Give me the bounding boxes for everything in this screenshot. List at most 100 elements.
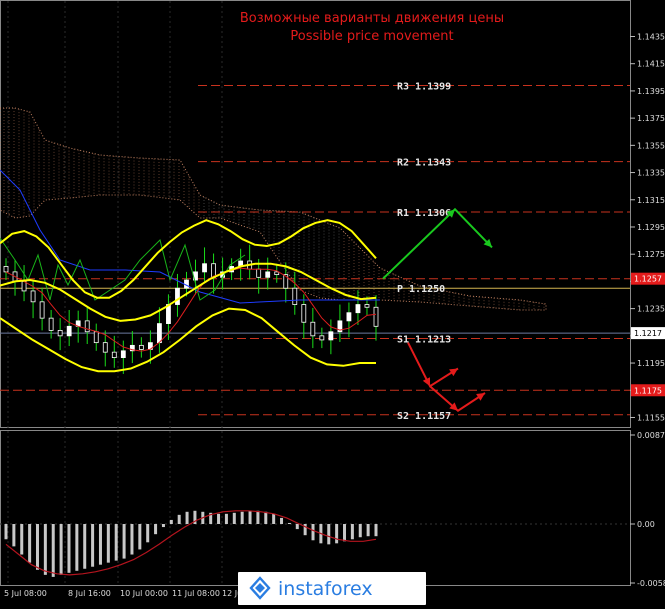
chart-subtitle: Possible price movement — [290, 29, 453, 44]
time-tick-label: 5 Jul 08:00 — [4, 589, 47, 598]
price-tick-label: 1.1235 — [637, 305, 665, 314]
candle-body — [120, 350, 126, 359]
macd-bar — [177, 514, 181, 525]
price-tick-label: 1.1275 — [637, 250, 665, 259]
macd-bar — [217, 513, 221, 525]
candle-body — [265, 271, 271, 278]
macd-bar — [327, 524, 331, 545]
candle-body — [57, 329, 63, 337]
candle-body — [48, 317, 54, 331]
time-tick-label: 10 Jul 00:00 — [120, 589, 168, 598]
candle-body — [111, 351, 117, 359]
candle-body — [138, 344, 144, 350]
candle-body — [319, 335, 325, 341]
macd-bar — [122, 524, 126, 559]
pivot-level-label-p: P 1.1250 — [397, 284, 445, 295]
macd-bar — [240, 511, 244, 525]
macd-bar — [335, 524, 339, 544]
macd-bar — [146, 524, 150, 543]
macd-bar — [224, 513, 228, 525]
price-tag-label: 1.1175 — [634, 386, 662, 395]
price-tick-label: 1.1395 — [637, 87, 665, 96]
pivot-level-label-s1: S1 1.1213 — [397, 335, 451, 346]
candle-body — [175, 287, 180, 305]
candle-body — [21, 281, 27, 292]
macd-bar — [20, 524, 24, 555]
macd-bar — [232, 512, 236, 525]
candle-body — [93, 331, 99, 344]
macd-bar — [59, 524, 63, 575]
time-tick-label: 11 Jul 08:00 — [172, 589, 220, 598]
candle-body — [328, 331, 334, 341]
price-tick-label: 1.1195 — [637, 359, 665, 368]
candle-body — [202, 263, 207, 273]
price-tick-label: 1.1355 — [637, 141, 665, 150]
macd-bar — [295, 524, 299, 530]
macd-bar — [256, 510, 260, 525]
candle-body — [157, 323, 162, 344]
macd-bar — [12, 524, 16, 547]
macd-bar — [161, 524, 165, 528]
time-tick-label: 8 Jul 16:00 — [68, 589, 111, 598]
macd-tick-label: -0.0058 — [637, 579, 665, 588]
price-tick-label: 1.1435 — [637, 32, 665, 41]
price-tick-label: 1.1315 — [637, 196, 665, 205]
watermark-brand: instaforex — [278, 578, 373, 600]
macd-bar — [248, 510, 252, 525]
candle-body — [66, 325, 72, 337]
macd-bar — [75, 524, 79, 571]
candle-body — [256, 268, 262, 278]
price-tick-label: 1.1155 — [637, 413, 665, 422]
candle-body — [30, 290, 36, 303]
candle-body — [292, 287, 298, 305]
chart-root: R3 1.1399 R2 1.1343 R1 1.1306 P 1.1250 S1 1.… — [0, 0, 665, 605]
price-tick-label: 1.1375 — [637, 114, 665, 123]
price-tick-label: 1.1295 — [637, 223, 665, 232]
candle-body — [346, 312, 352, 322]
macd-tick-label: 0.00875 — [637, 431, 665, 440]
macd-tick-label: 0.00 — [637, 520, 655, 529]
price-tick-label: 1.1335 — [637, 169, 665, 178]
macd-bar — [350, 524, 354, 540]
candle-body — [39, 301, 45, 319]
macd-bar — [43, 524, 47, 575]
macd-bar — [366, 524, 370, 537]
macd-bar — [280, 517, 284, 525]
candle-body — [355, 304, 361, 314]
macd-bar — [83, 524, 87, 569]
macd-bar — [67, 524, 71, 573]
macd-bar — [51, 524, 55, 577]
macd-bar — [114, 524, 118, 561]
macd-bar — [106, 524, 110, 563]
macd-bar — [343, 524, 347, 542]
candle-body — [84, 320, 90, 333]
macd-bar — [35, 524, 39, 570]
candle-body — [373, 306, 379, 327]
macd-bar — [185, 511, 189, 525]
price-chart: R3 1.1399 R2 1.1343 R1 1.1306 P 1.1250 S1 1.… — [0, 0, 665, 605]
chart-title: Возможные варианты движения цены — [240, 11, 504, 26]
candle-body — [274, 271, 280, 276]
macd-bar — [169, 519, 173, 525]
macd-bar — [287, 522, 291, 525]
price-tag-label: 1.1257 — [634, 275, 662, 284]
pivot-level-label-r2: R2 1.1343 — [397, 158, 451, 169]
candle-body — [3, 266, 9, 273]
price-tick-label: 1.1415 — [637, 60, 665, 69]
macd-bar — [264, 511, 268, 525]
candle-body — [310, 321, 316, 337]
macd-bar — [311, 524, 315, 541]
macd-bar — [138, 524, 142, 550]
instaforex-watermark: instaforex — [238, 572, 426, 605]
macd-bar — [272, 513, 276, 525]
macd-bar — [130, 524, 134, 555]
macd-bar — [358, 524, 362, 538]
candle-body — [102, 342, 108, 353]
macd-bar — [154, 524, 158, 535]
macd-bar — [91, 524, 95, 567]
macd-bar — [4, 524, 8, 540]
pivot-level-label-r1: R1 1.1306 — [397, 208, 451, 219]
macd-bar — [98, 524, 102, 565]
macd-bar — [28, 524, 32, 563]
pivot-level-label-r3: R3 1.1399 — [397, 81, 451, 92]
